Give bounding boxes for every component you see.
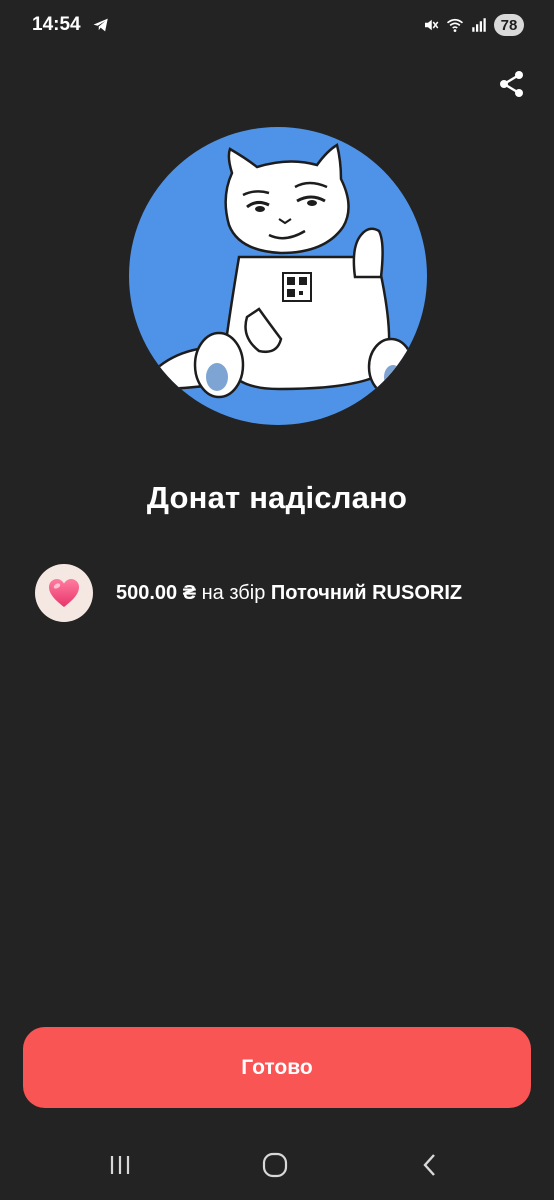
heart-avatar xyxy=(35,564,93,622)
battery-icon: 78 xyxy=(494,14,524,36)
donation-amount: 500.00 ₴ xyxy=(116,581,197,604)
home-icon xyxy=(262,1152,288,1178)
share-icon xyxy=(500,71,523,97)
donation-summary: 500.00 ₴ на збір Поточний RUSORIZ xyxy=(35,563,525,623)
back-button[interactable] xyxy=(410,1148,450,1182)
recents-icon xyxy=(110,1156,130,1174)
status-time: 14:54 xyxy=(32,14,81,35)
done-button[interactable]: Готово xyxy=(23,1027,531,1108)
page-title: Донат надіслано xyxy=(146,480,408,515)
back-icon xyxy=(423,1154,435,1176)
wifi-icon xyxy=(446,18,464,32)
telegram-icon xyxy=(93,18,108,32)
status-icons: 78 xyxy=(422,13,524,37)
cat-illustration xyxy=(138,143,415,399)
donation-campaign: Поточний RUSORIZ xyxy=(270,581,463,604)
navigation-bar xyxy=(0,1130,554,1200)
hero-illustration xyxy=(129,127,427,425)
status-bar: 14:54 78 xyxy=(0,0,554,52)
recents-button[interactable] xyxy=(100,1148,140,1182)
heart-icon xyxy=(49,579,79,607)
share-button[interactable] xyxy=(496,68,528,100)
home-button[interactable] xyxy=(255,1148,295,1182)
donation-connector: на збір xyxy=(201,581,266,604)
mute-vibrate-icon xyxy=(425,19,439,31)
signal-icon xyxy=(472,18,486,32)
donation-text: 500.00 ₴ на збір Поточний RUSORIZ xyxy=(116,582,462,605)
